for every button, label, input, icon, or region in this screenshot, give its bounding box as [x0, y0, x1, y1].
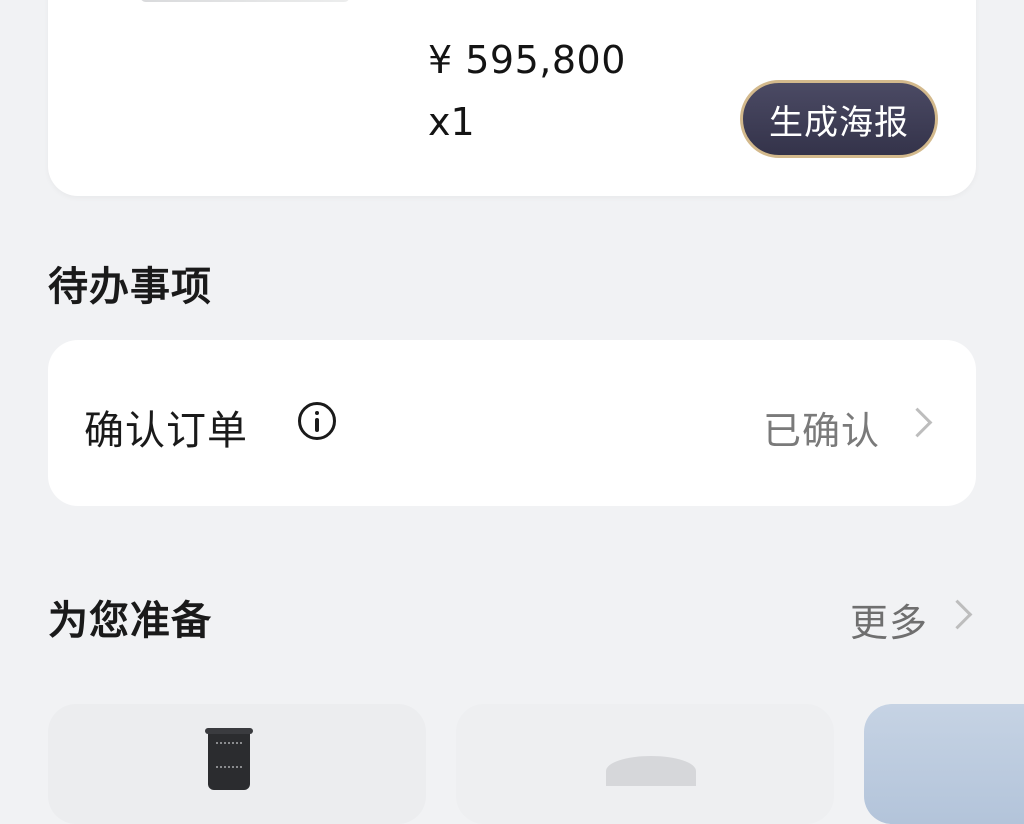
more-chevron-icon[interactable] [942, 599, 973, 630]
bowl-image [606, 756, 696, 786]
vase-image [205, 728, 253, 790]
info-icon[interactable] [298, 402, 336, 440]
recommendation-card[interactable] [456, 704, 834, 824]
prepared-section-title: 为您准备 [48, 598, 212, 644]
chevron-right-icon [902, 407, 933, 438]
product-thumbnail[interactable] [140, 0, 350, 2]
more-link[interactable]: 更多 [850, 592, 928, 647]
order-quantity: x1 [428, 100, 475, 144]
todo-section-title: 待办事项 [48, 264, 212, 310]
recommendation-card[interactable] [48, 704, 426, 824]
order-card: ¥ 595,800 x1 生成海报 [48, 0, 976, 196]
confirm-order-row[interactable]: 确认订单 已确认 [48, 340, 976, 506]
confirm-order-label: 确认订单 [84, 408, 248, 454]
recommendation-card[interactable] [864, 704, 1024, 824]
generate-poster-button[interactable]: 生成海报 [740, 80, 938, 158]
confirm-status-text: 已确认 [762, 409, 880, 453]
order-price: ¥ 595,800 [428, 38, 626, 82]
